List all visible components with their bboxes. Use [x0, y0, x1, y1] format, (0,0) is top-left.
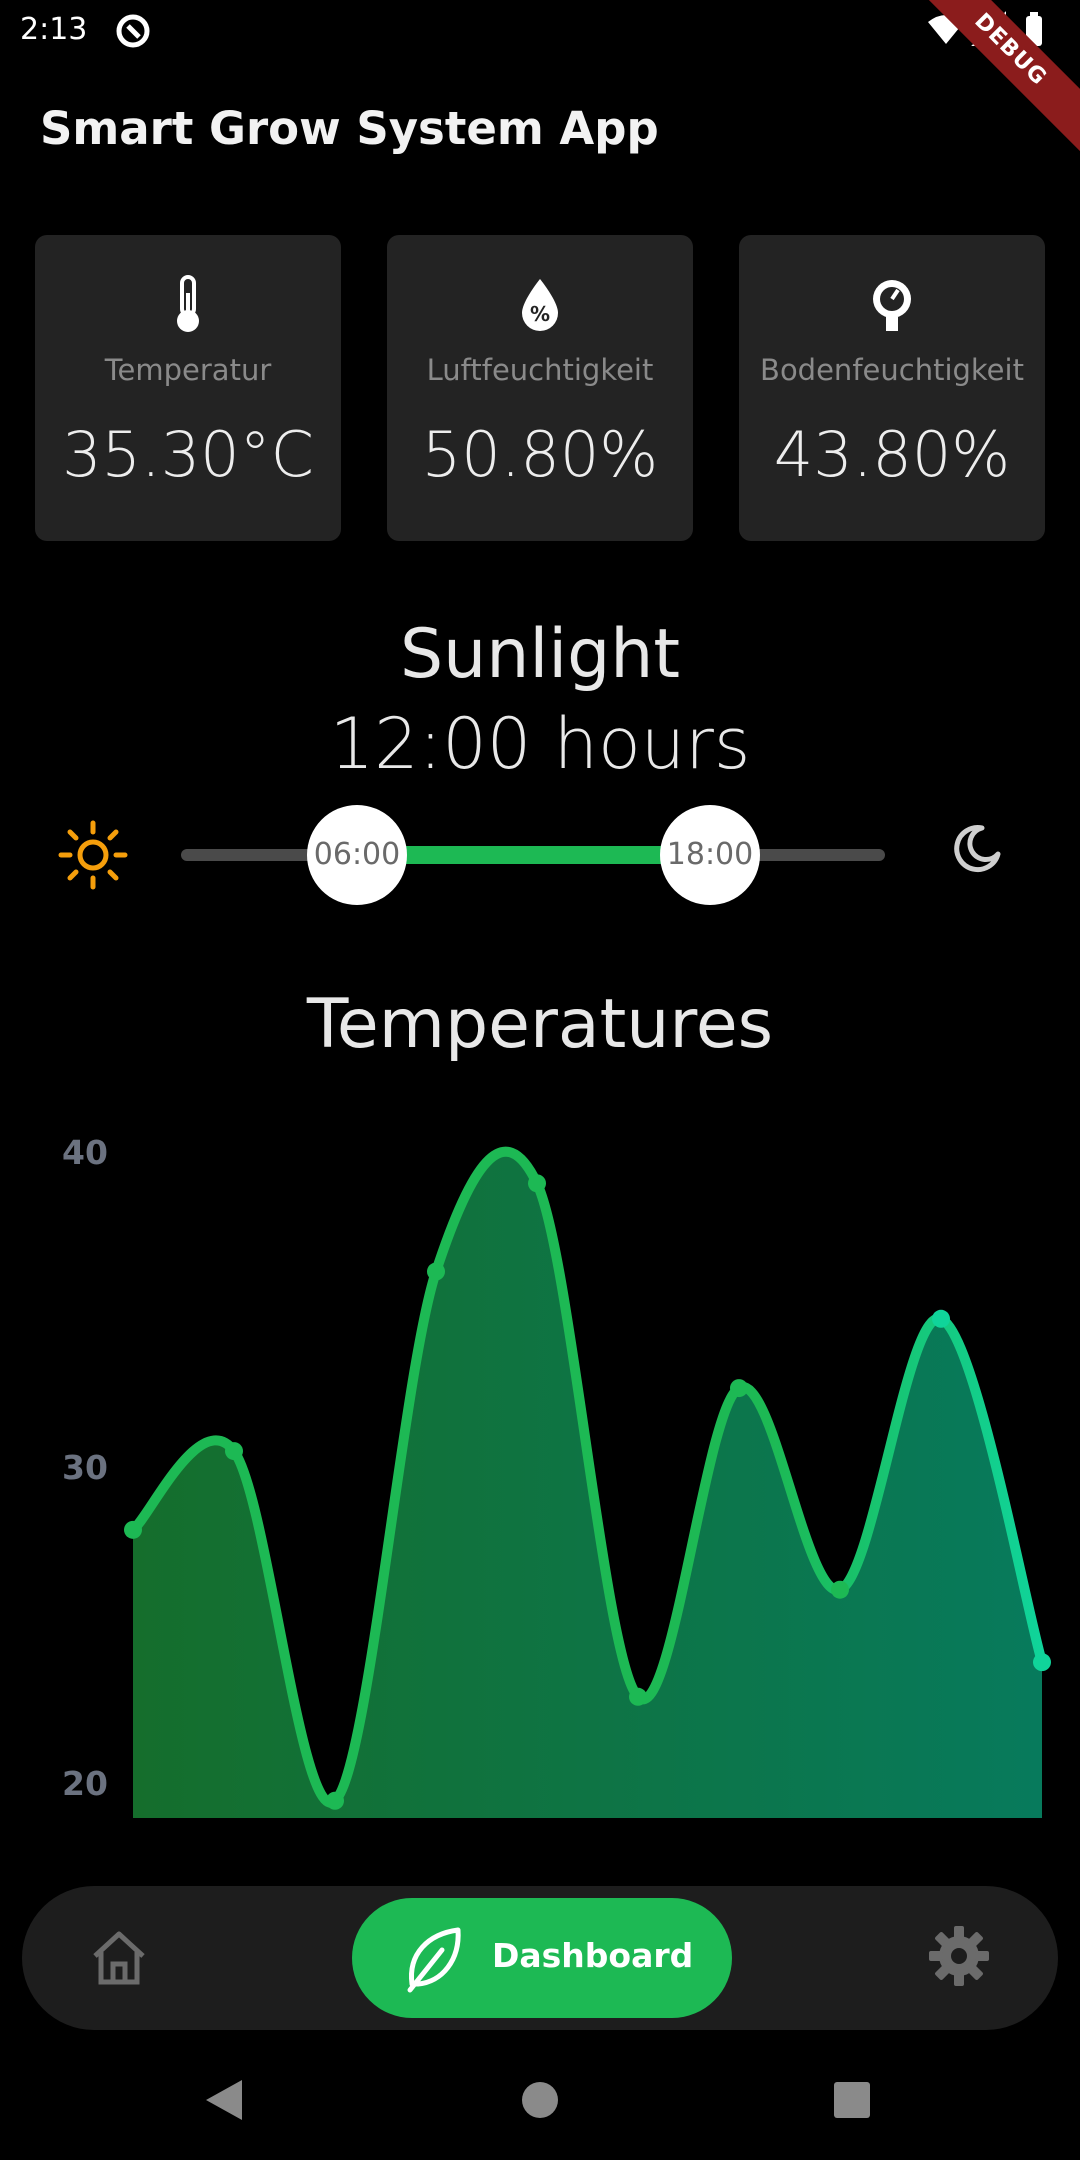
dashboard-nav-button[interactable]: Dashboard	[352, 1898, 732, 2018]
gear-icon[interactable]	[927, 1924, 991, 1992]
temperature-chart	[124, 1146, 1051, 1818]
back-icon	[206, 2080, 242, 2120]
system-nav-bar	[0, 2060, 1080, 2140]
recents-icon	[834, 2082, 870, 2118]
chart-point	[528, 1174, 546, 1193]
chart-point	[932, 1309, 950, 1328]
chart-point	[1033, 1653, 1051, 1672]
home-circle-icon	[522, 2082, 558, 2118]
chart-point	[225, 1442, 243, 1461]
leaf-icon	[404, 1924, 464, 1998]
chart-point	[326, 1791, 344, 1810]
bottom-nav: Dashboard	[22, 1886, 1058, 2030]
chart-point	[629, 1687, 647, 1706]
chart-point	[124, 1520, 142, 1539]
chart-point	[730, 1379, 748, 1398]
chart-point	[831, 1580, 849, 1599]
chart-point	[427, 1262, 445, 1281]
dashboard-label: Dashboard	[492, 1936, 694, 1975]
home-icon[interactable]	[87, 1926, 151, 1994]
